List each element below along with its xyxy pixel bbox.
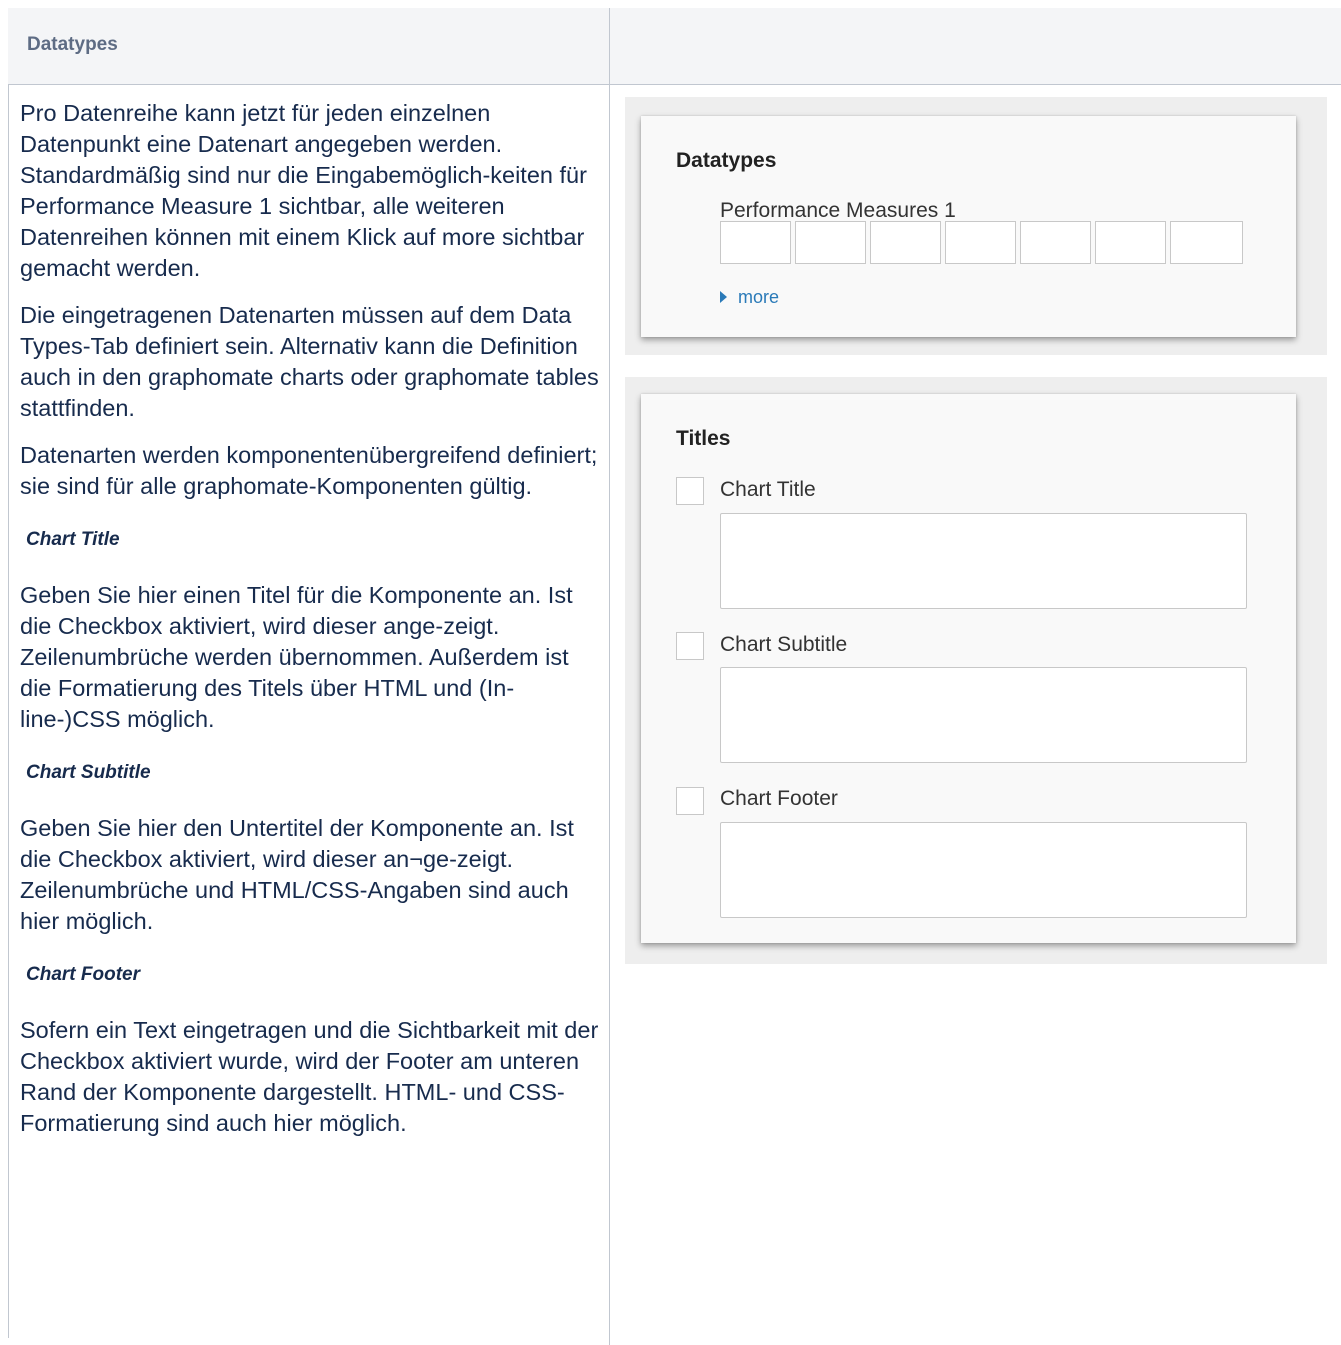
expand-triangle-icon [720, 291, 727, 303]
chart-subtitle-heading: Chart Subtitle [26, 762, 151, 783]
more-toggle[interactable]: more [720, 287, 779, 308]
chart-footer-textarea[interactable] [720, 822, 1247, 918]
chart-title-checkbox[interactable] [676, 477, 704, 505]
chart-title-heading: Chart Title [26, 529, 120, 550]
column-divider [609, 85, 610, 1345]
datatype-input-cell[interactable] [1020, 221, 1091, 264]
chart-title-label: Chart Title [720, 478, 816, 501]
titles-panel-title: Titles [676, 427, 731, 450]
datatype-input-cell[interactable] [720, 221, 791, 264]
column-header-empty [610, 8, 1341, 85]
chart-subtitle-textarea[interactable] [720, 667, 1247, 763]
chart-footer-heading: Chart Footer [26, 964, 140, 985]
chart-subtitle-checkbox[interactable] [676, 632, 704, 660]
chart-footer-description: Sofern ein Text eingetragen und die Sich… [20, 1017, 599, 1136]
column-header-datatypes: Datatypes [8, 8, 610, 85]
chart-footer-checkbox[interactable] [676, 787, 704, 815]
chart-title-description: Geben Sie hier einen Titel für die Kompo… [20, 582, 573, 732]
description-column: Pro Datenreihe kann jetzt für jeden einz… [20, 98, 606, 1155]
chart-footer-label: Chart Footer [720, 787, 838, 810]
datatype-input-cell[interactable] [1170, 221, 1243, 264]
datatype-input-cell[interactable] [1095, 221, 1166, 264]
datatypes-panel-title: Datatypes [676, 149, 777, 172]
description-paragraph: Pro Datenreihe kann jetzt für jeden einz… [20, 100, 587, 281]
datatype-input-cell[interactable] [870, 221, 941, 264]
chart-title-textarea[interactable] [720, 513, 1247, 609]
datatype-input-cell[interactable] [945, 221, 1016, 264]
description-paragraph: Datenarten werden komponentenübergreifen… [20, 442, 598, 499]
more-link[interactable]: more [738, 287, 779, 307]
description-paragraph: Die eingetragenen Datenarten müssen auf … [20, 302, 599, 421]
datatype-input-cell[interactable] [795, 221, 866, 264]
performance-measure-label: Performance Measures 1 [720, 199, 956, 222]
column-header-label: Datatypes [27, 34, 118, 55]
chart-subtitle-description: Geben Sie hier den Untertitel der Kompon… [20, 815, 574, 934]
chart-subtitle-label: Chart Subtitle [720, 633, 848, 656]
